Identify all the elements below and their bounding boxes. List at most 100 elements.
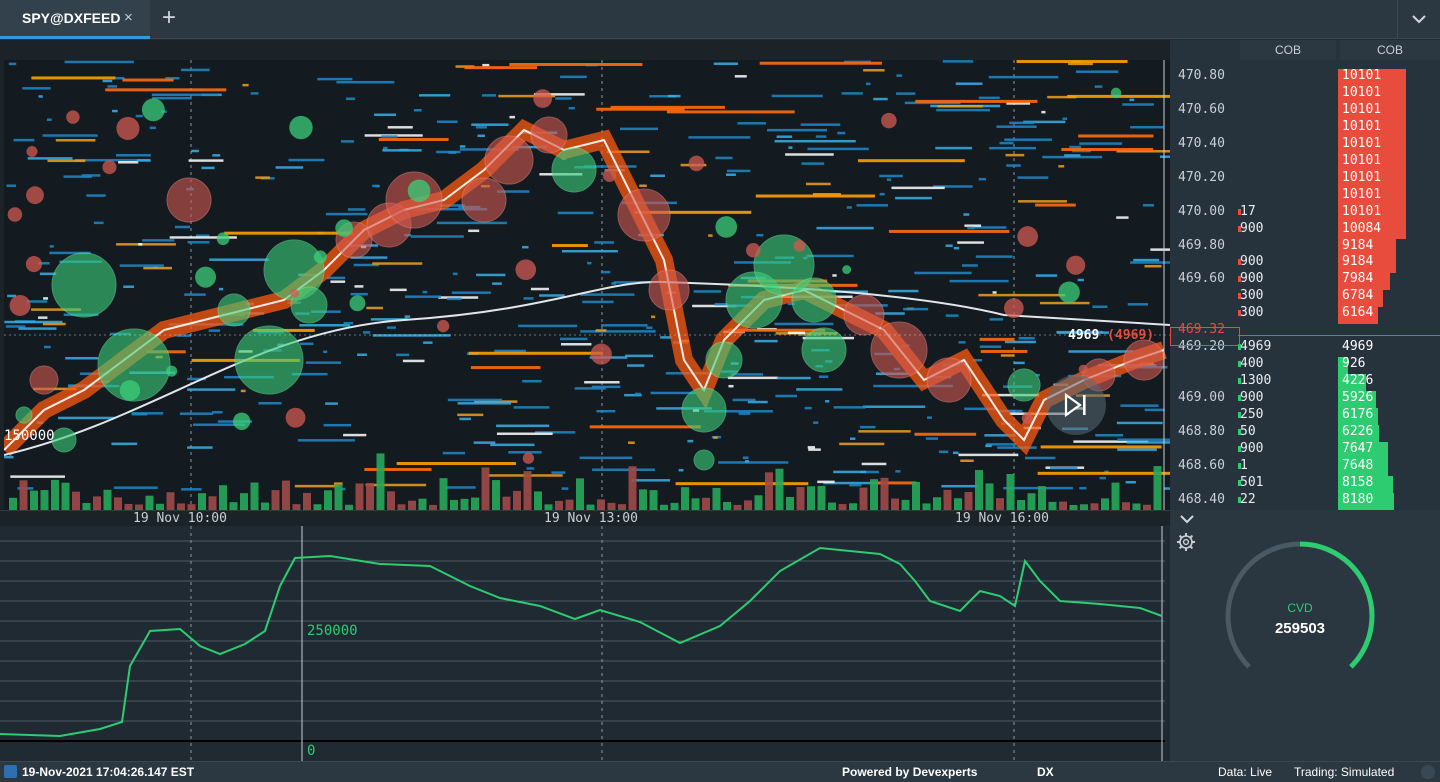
ladder-row[interactable]: 900 7647: [1170, 441, 1440, 458]
trade-bubble: [7, 207, 23, 222]
liquidity-mark: [941, 484, 978, 488]
liquidity-mark: [187, 388, 236, 391]
ladder-row[interactable]: 10101: [1170, 85, 1440, 102]
collapse-panel-toggle[interactable]: [1174, 510, 1440, 526]
liquidity-mark: [410, 235, 464, 238]
liquidity-mark: [1024, 456, 1056, 460]
ladder-row[interactable]: 300 6784: [1170, 288, 1440, 305]
liquidity-mark: [131, 412, 164, 415]
volume-bar: [922, 503, 931, 510]
volume-bar: [324, 490, 332, 510]
ladder-row[interactable]: 10101: [1170, 119, 1440, 136]
liquidity-mark: [27, 157, 73, 160]
ladder-row[interactable]: 300 6164: [1170, 305, 1440, 322]
liquidity-mark: [1122, 103, 1154, 106]
volume-bar: [502, 496, 511, 510]
ladder-row[interactable]: 468.40 22 8180: [1170, 492, 1440, 509]
tab-spy-dxfeed[interactable]: SPY@DXFEED ×: [0, 0, 150, 39]
chevron-down-icon: [1180, 515, 1194, 524]
ladder-cob2: 10101: [1342, 135, 1382, 151]
ladder-cob2: 5926: [1342, 390, 1374, 406]
heatmap-canvas: [4, 60, 1170, 510]
liquidity-mark: [58, 416, 115, 420]
liquidity-mark: [405, 295, 441, 298]
liquidity-mark: [1116, 216, 1129, 219]
status-datetime: 19-Nov-2021 17:04:26.147 EST: [22, 765, 195, 779]
skip-to-end-button[interactable]: [1046, 375, 1106, 435]
close-icon[interactable]: ×: [124, 9, 133, 26]
liquidity-mark: [807, 147, 869, 151]
ladder-row[interactable]: 470.40 10101: [1170, 136, 1440, 153]
liquidity-level: [1037, 471, 1170, 475]
volume-bar: [649, 490, 658, 510]
ladder-row[interactable]: 400 926: [1170, 356, 1440, 373]
liquidity-mark: [667, 94, 681, 98]
liquidity-mark: [468, 229, 480, 233]
ladder-row[interactable]: 1300 4226: [1170, 373, 1440, 390]
trade-bubble: [1078, 364, 1088, 374]
liquidity-mark: [660, 336, 672, 339]
order-book-heatmap[interactable]: 150000: [4, 60, 1170, 510]
volume-bar: [450, 499, 458, 510]
ladder-row[interactable]: 470.00 17 10101: [1170, 204, 1440, 221]
liquidity-mark: [808, 448, 821, 451]
liquidity-mark: [496, 424, 550, 428]
cvd-chart[interactable]: 250000 0: [0, 526, 1170, 761]
ladder-row[interactable]: 469.80 9184: [1170, 238, 1440, 255]
chevron-down-icon[interactable]: [1397, 0, 1440, 38]
trade-bubble: [116, 116, 140, 140]
trade-bubble: [693, 449, 715, 471]
liquidity-mark: [727, 376, 779, 380]
ladder-cob2: 9184: [1342, 254, 1374, 270]
ladder-row[interactable]: 469.60 900 7984: [1170, 271, 1440, 288]
ladder-row[interactable]: 470.60 10101: [1170, 102, 1440, 119]
gear-icon[interactable]: [1176, 532, 1196, 552]
cob1-marker: [1238, 479, 1241, 486]
ladder-price: 470.20: [1178, 169, 1225, 185]
ladder-row[interactable]: 469.00 900 5926: [1170, 390, 1440, 407]
ladder-row[interactable]: 900 10084: [1170, 221, 1440, 238]
liquidity-mark: [708, 234, 713, 237]
liquidity-mark: [960, 459, 974, 463]
liquidity-mark: [93, 221, 104, 225]
liquidity-mark: [1000, 354, 1015, 357]
ladder-row[interactable]: 501 8158: [1170, 475, 1440, 492]
info-icon[interactable]: [4, 765, 17, 778]
liquidity-mark: [999, 141, 1014, 145]
volume-bar: [1048, 501, 1057, 510]
cob-header-1: COB: [1240, 40, 1336, 60]
liquidity-mark: [240, 389, 246, 393]
ladder-cob2: 7648: [1342, 457, 1374, 473]
ladder-row[interactable]: 10101: [1170, 153, 1440, 170]
liquidity-level: [980, 349, 1028, 353]
liquidity-mark: [459, 145, 466, 148]
trade-bubble: [793, 240, 806, 252]
liquidity-mark: [568, 106, 575, 110]
ladder-row[interactable]: 900 9184: [1170, 254, 1440, 271]
volume-bar: [670, 502, 679, 510]
liquidity-mark: [978, 96, 1000, 100]
liquidity-mark: [955, 82, 983, 85]
ladder-cob1: 400: [1240, 356, 1264, 372]
last-price-line: [1238, 335, 1440, 336]
liquidity-mark: [42, 134, 98, 137]
liquidity-mark: [787, 331, 806, 335]
add-tab-button[interactable]: +: [162, 4, 176, 32]
ladder-row[interactable]: 10101: [1170, 187, 1440, 204]
last-price-marker: [1170, 327, 1240, 346]
liquidity-mark: [1094, 85, 1103, 88]
liquidity-mark: [294, 484, 339, 488]
ladder-row[interactable]: 468.60 1 7648: [1170, 458, 1440, 475]
liquidity-mark: [879, 192, 885, 196]
ladder-cob2: 7984: [1342, 271, 1374, 287]
last-trade-label: 4969 (4969): [1068, 328, 1155, 343]
liquidity-mark: [935, 146, 973, 150]
ladder-row[interactable]: 470.20 10101: [1170, 170, 1440, 187]
ladder-row[interactable]: 468.80 50 6226: [1170, 424, 1440, 441]
liquidity-mark: [879, 174, 903, 178]
ladder-row[interactable]: 250 6176: [1170, 407, 1440, 424]
ladder-row[interactable]: 470.80 10101: [1170, 68, 1440, 85]
trade-bubble: [290, 288, 299, 298]
liquidity-mark: [1117, 448, 1157, 451]
price-ladder[interactable]: 470.80 10101 10101 470.60 10101 10101 470.40 10…: [1170, 60, 1440, 510]
